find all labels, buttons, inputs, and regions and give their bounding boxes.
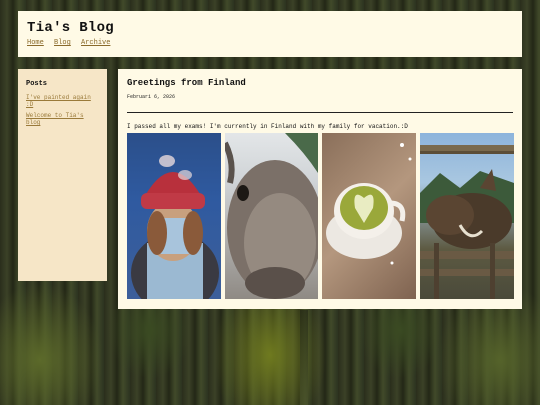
reindeer-closeup-photo	[225, 133, 318, 299]
divider	[127, 112, 513, 113]
matcha-latte-photo	[322, 133, 416, 299]
photo-gallery	[127, 133, 514, 299]
reindeer-fence-photo	[420, 133, 514, 299]
nav-blog-link[interactable]: Blog	[54, 39, 71, 47]
background-texture	[300, 310, 308, 405]
nav-home-link[interactable]: Home	[27, 39, 44, 47]
post-date: Februari 6, 2026	[127, 94, 176, 100]
site-header: Tia's Blog Home Blog Archive	[18, 11, 522, 57]
sidebar-heading: Posts	[26, 80, 48, 88]
post-title: Greetings from Finland	[127, 78, 246, 88]
post-content: Greetings from Finland Februari 6, 2026 …	[118, 69, 522, 309]
sidebar-post-link[interactable]: I've painted again :D	[26, 94, 99, 108]
sidebar: Posts I've painted again :D Welcome to T…	[18, 69, 107, 281]
sidebar-post-link[interactable]: Welcome to Tia's blog	[26, 112, 99, 126]
site-title: Tia's Blog	[27, 20, 115, 36]
post-body: I passed all my exams! I'm currently in …	[127, 123, 408, 130]
main-nav: Home Blog Archive	[27, 39, 513, 47]
beanie-selfie-photo	[127, 133, 221, 299]
nav-archive-link[interactable]: Archive	[81, 39, 110, 47]
